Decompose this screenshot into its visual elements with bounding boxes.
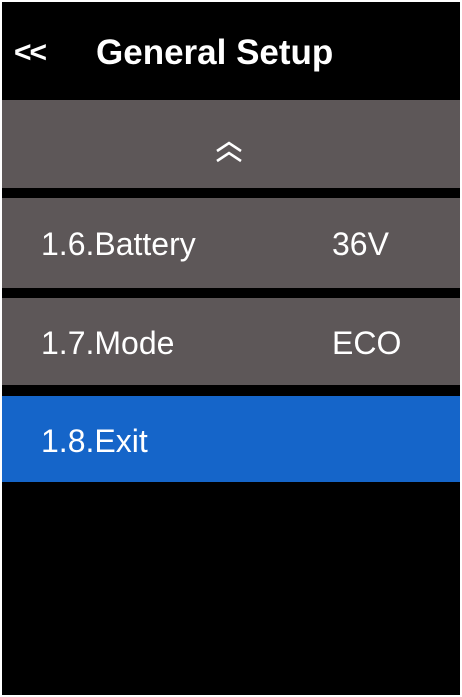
menu-item-label: 1.7.Mode (41, 325, 175, 361)
display-screen: << General Setup 1.6.Battery 36V 1.7.Mod… (2, 2, 460, 695)
double-chevron-up-icon (216, 141, 242, 163)
menu-item-value: 36V (332, 226, 389, 262)
page-title: General Setup (96, 33, 334, 72)
menu-item-label: 1.6.Battery (41, 226, 196, 262)
menu-item-label: 1.8.Exit (41, 423, 148, 459)
menu-item-mode[interactable]: 1.7.Mode ECO (2, 298, 460, 385)
menu-item-battery[interactable]: 1.6.Battery 36V (2, 198, 460, 288)
menu-item-exit[interactable]: 1.8.Exit (2, 396, 460, 482)
back-button[interactable]: << (14, 32, 64, 74)
menu-item-value: ECO (332, 325, 402, 361)
scroll-up-row[interactable] (2, 100, 460, 188)
header: << General Setup (2, 2, 460, 100)
